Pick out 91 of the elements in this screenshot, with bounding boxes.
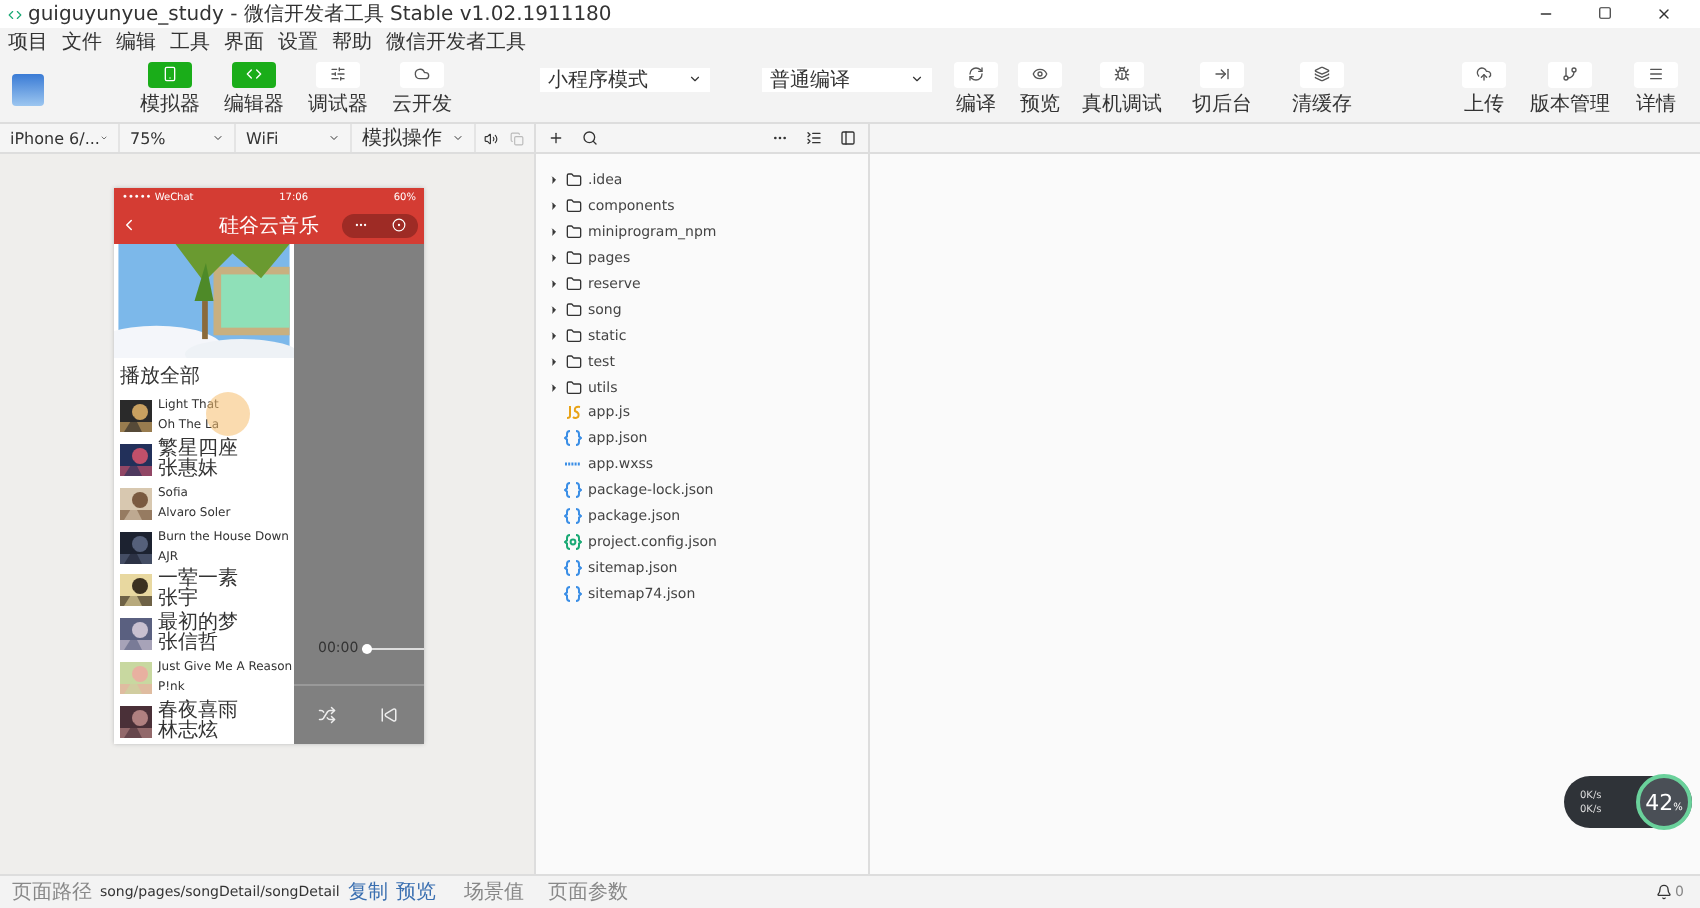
folder-icon — [566, 172, 582, 189]
menu-item[interactable]: 文件 — [62, 28, 102, 56]
js-file-icon — [564, 404, 582, 421]
path-label: 页面路径 — [12, 880, 92, 906]
eye-icon — [1032, 66, 1048, 82]
folder-icon — [566, 379, 582, 396]
toolbar-button[interactable]: 详情 — [1624, 61, 1688, 117]
view-button[interactable]: 云开发 — [384, 61, 460, 117]
menu-item[interactable]: 帮助 — [332, 28, 372, 56]
mode-select[interactable]: 小程序模式 — [540, 67, 710, 91]
braces-icon — [564, 508, 582, 525]
nav-title: 硅谷云音乐 — [219, 213, 319, 239]
braces-icon — [564, 430, 582, 447]
branch-icon — [1562, 66, 1578, 82]
target-icon — [392, 218, 406, 232]
braces-icon — [564, 585, 582, 602]
menu-item[interactable]: 编辑 — [116, 28, 156, 56]
close-icon[interactable] — [1656, 6, 1672, 22]
toolbar-button[interactable]: 预览 — [1012, 61, 1068, 117]
menu-icon — [1648, 66, 1664, 82]
chevron-icon — [212, 132, 224, 144]
toolbar-button[interactable]: 真机调试 — [1076, 61, 1168, 117]
menu-item[interactable]: 微信开发者工具 — [386, 28, 526, 56]
back-icon[interactable] — [120, 216, 138, 234]
window-title: guiguyunyue_study - 微信开发者工具 Stable v1.02.1911180 — [28, 1, 612, 28]
braces-icon — [564, 559, 582, 576]
folder-icon — [566, 224, 582, 241]
song-artist: 张宇 — [158, 590, 200, 611]
params-label: 页面参数 — [548, 879, 628, 906]
config-file-icon — [564, 533, 582, 550]
maximize-icon[interactable] — [1598, 6, 1612, 20]
arrow-icon — [1214, 66, 1230, 82]
section-title: 播放全部 — [118, 363, 202, 393]
song-artist: 张惠妹 — [158, 459, 220, 480]
capsule-button[interactable] — [342, 213, 418, 237]
folder-icon — [566, 353, 582, 370]
shuffle-icon[interactable] — [318, 706, 336, 724]
search-icon[interactable] — [582, 130, 598, 146]
code-icon — [8, 7, 22, 21]
chevron-icon — [910, 72, 924, 86]
menu-item[interactable]: 界面 — [224, 28, 264, 56]
folder-icon — [566, 327, 582, 344]
chevron-icon — [452, 132, 464, 144]
panel-icon[interactable] — [840, 130, 856, 146]
compile-select[interactable]: 普通编译 — [762, 67, 932, 91]
operation-select[interactable]: 模拟操作 — [352, 124, 476, 152]
toolbar-button[interactable]: 清缓存 — [1276, 61, 1368, 117]
scene-label: 场景值 — [463, 879, 524, 906]
folder-icon — [566, 198, 582, 215]
zoom-select[interactable]: 75% — [120, 124, 236, 152]
toolbar-button[interactable]: 上传 — [1452, 61, 1516, 117]
bell-icon[interactable] — [1655, 884, 1672, 900]
view-button[interactable]: 编辑器 — [216, 61, 292, 117]
menu-item[interactable]: 设置 — [278, 28, 318, 56]
add-icon[interactable] — [548, 130, 564, 146]
code-icon — [246, 66, 262, 82]
copy-link[interactable]: 复制 — [347, 878, 388, 906]
collapse-icon[interactable] — [806, 130, 822, 146]
view-button[interactable]: 调试器 — [300, 61, 376, 117]
cloud-upload-icon — [1476, 66, 1492, 82]
speaker-icon[interactable] — [484, 131, 498, 145]
song-artist: 张信哲 — [158, 634, 220, 655]
folder-icon — [566, 250, 582, 267]
cloud-icon — [414, 66, 430, 82]
refresh-icon — [968, 66, 984, 82]
preview-link[interactable]: 预览 — [395, 878, 436, 906]
toolbar-button[interactable]: 切后台 — [1176, 61, 1268, 117]
toolbar-button[interactable]: 版本管理 — [1524, 61, 1616, 117]
song-title: 繁星四座 — [158, 439, 238, 460]
usage-percent: 42 — [1645, 790, 1674, 816]
layers-icon — [1314, 66, 1330, 82]
view-button[interactable]: 模拟器 — [132, 61, 208, 117]
bug-icon — [1114, 66, 1130, 82]
phone-icon — [162, 66, 178, 82]
network-select[interactable]: WiFi — [236, 124, 352, 152]
braces-icon — [564, 482, 582, 499]
device-select[interactable]: iPhone 6/... — [0, 124, 120, 152]
more-icon — [354, 218, 368, 232]
avatar[interactable] — [12, 73, 44, 105]
song-artist: 林志炫 — [158, 722, 220, 743]
folder-icon — [566, 301, 582, 318]
sliders-icon — [330, 66, 346, 82]
toolbar-button[interactable]: 编译 — [948, 61, 1004, 117]
chevron-icon — [328, 132, 340, 144]
menu-item[interactable]: 项目 — [8, 28, 48, 56]
expand-icon — [548, 278, 560, 290]
progress-thumb[interactable] — [362, 643, 373, 653]
previous-icon[interactable] — [380, 706, 398, 724]
chevron-icon — [688, 72, 702, 86]
folder-icon — [566, 276, 582, 292]
menu-item[interactable]: 工具 — [170, 28, 210, 56]
